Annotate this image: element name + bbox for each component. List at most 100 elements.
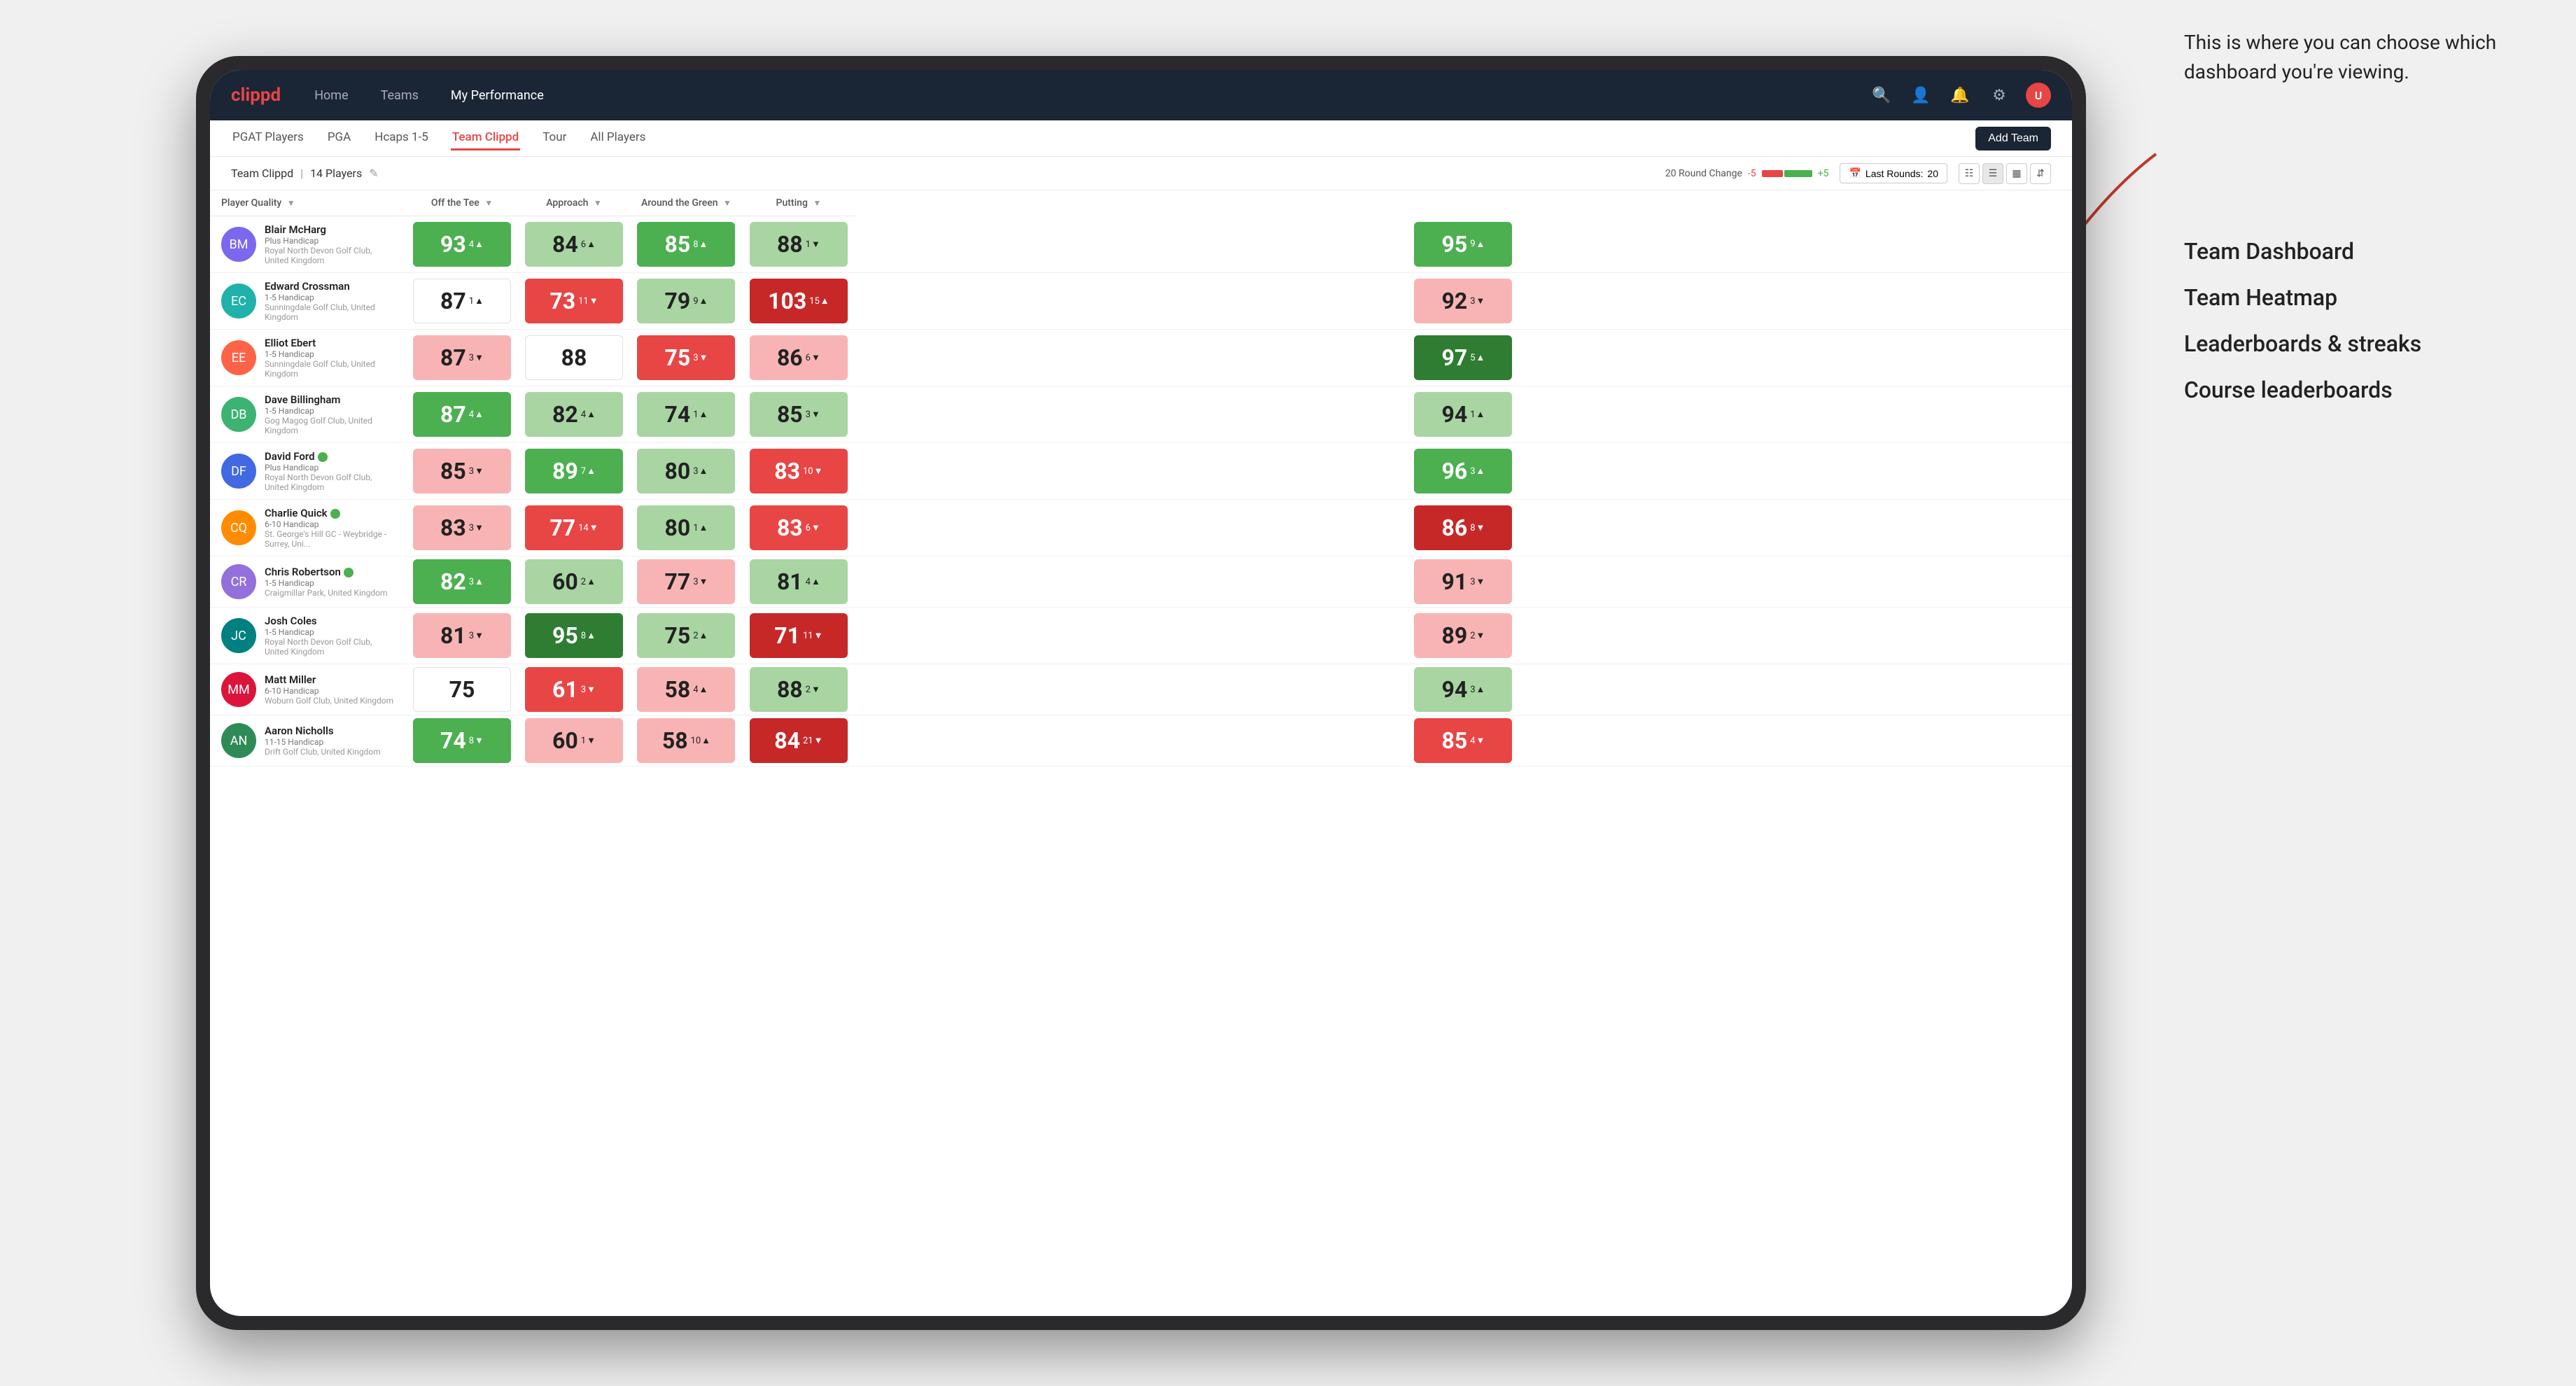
score-change: 4▲ [581, 409, 596, 420]
score-cell-player_quality-3: 87 4▲ [406, 386, 518, 443]
score-cell-player_quality-9: 74 8▼ [406, 715, 518, 766]
score-change: 4▲ [693, 684, 708, 695]
nav-home[interactable]: Home [309, 85, 354, 106]
table-row[interactable]: BM Blair McHarg Plus Handicap Royal Nort… [210, 216, 2072, 273]
player-details: David Ford Plus Handicap Royal North Dev… [265, 450, 395, 492]
player-cell-4: DF David Ford Plus Handicap Royal North … [210, 443, 406, 500]
down-arrow: ▼ [589, 295, 598, 307]
nav-performance[interactable]: My Performance [445, 85, 550, 106]
person-icon[interactable]: 👤 [1908, 83, 1933, 108]
player-name[interactable]: Dave Billingham [265, 393, 395, 406]
heatmap-view-button[interactable]: ▦ [2006, 163, 2027, 184]
score-value: 60 [552, 568, 578, 595]
bell-icon[interactable]: 🔔 [1947, 83, 1973, 108]
score-box: 89 2▼ [1414, 613, 1512, 658]
settings-icon[interactable]: ⚙ [1987, 83, 2012, 108]
player-name[interactable]: Elliot Ebert [265, 337, 395, 349]
down-arrow: ▼ [475, 735, 484, 746]
round-change-label: 20 Round Change [1665, 168, 1742, 179]
nav-teams[interactable]: Teams [375, 85, 424, 106]
player-name[interactable]: David Ford [265, 450, 395, 463]
table-row[interactable]: EC Edward Crossman 1-5 Handicap Sunningd… [210, 273, 2072, 330]
score-change: 4▲ [469, 239, 484, 250]
col-header-tee[interactable]: Off the Tee ▼ [406, 190, 518, 216]
score-value: 71 [774, 622, 800, 649]
player-club: Woburn Golf Club, United Kingdom [265, 696, 393, 706]
add-team-button[interactable]: Add Team [1975, 127, 2051, 150]
score-change: 2▼ [806, 684, 820, 695]
up-arrow: ▲ [587, 576, 596, 587]
subnav-pgat[interactable]: PGAT Players [231, 126, 305, 150]
score-value: 83 [774, 458, 800, 484]
player-name[interactable]: Aaron Nicholls [265, 724, 381, 737]
score-box: 103 15▲ [750, 279, 848, 323]
player-info-container: DF David Ford Plus Handicap Royal North … [210, 443, 406, 499]
table-row[interactable]: CR Chris Robertson 1-5 Handicap Craigmil… [210, 556, 2072, 608]
col-header-player[interactable]: Player Quality ▼ [210, 190, 406, 216]
down-arrow: ▼ [587, 684, 596, 695]
user-avatar[interactable]: U [2026, 83, 2051, 108]
subnav-hcaps[interactable]: Hcaps 1-5 [373, 126, 430, 150]
score-change: 10▲ [691, 735, 711, 746]
up-arrow: ▲ [1476, 239, 1485, 250]
score-box: 86 8▼ [1414, 505, 1512, 550]
score-change: 6▲ [581, 239, 596, 250]
search-icon[interactable]: 🔍 [1869, 83, 1894, 108]
around-green-label: Around the Green [641, 197, 718, 209]
player-name[interactable]: Blair McHarg [265, 223, 395, 236]
table-row[interactable]: EE Elliot Ebert 1-5 Handicap Sunningdale… [210, 330, 2072, 386]
last-rounds-button[interactable]: 📅 Last Rounds: 20 [1840, 163, 1947, 183]
verified-icon [330, 509, 340, 519]
score-value: 58 [664, 676, 690, 703]
score-value: 86 [1441, 514, 1467, 541]
edit-icon[interactable]: ✎ [369, 167, 378, 180]
score-cell-tee-3: 82 4▲ [518, 386, 630, 443]
player-handicap: 11-15 Handicap [265, 737, 381, 747]
score-cell-tee-1: 73 11▼ [518, 273, 630, 330]
player-cell-2: EE Elliot Ebert 1-5 Handicap Sunningdale… [210, 330, 406, 386]
list-view-button[interactable]: ☰ [1982, 163, 2003, 184]
score-change: 3▲ [469, 576, 484, 587]
score-change: 21▼ [803, 735, 823, 746]
table-row[interactable]: DB Dave Billingham 1-5 Handicap Gog Mago… [210, 386, 2072, 443]
score-box: 93 4▲ [413, 222, 511, 267]
score-cell-putting-3: 94 1▲ [855, 386, 2072, 443]
player-cell-3: DB Dave Billingham 1-5 Handicap Gog Mago… [210, 386, 406, 443]
player-name[interactable]: Edward Crossman [265, 280, 395, 293]
table-row[interactable]: MM Matt Miller 6-10 Handicap Woburn Golf… [210, 664, 2072, 715]
sort-button[interactable]: ⇵ [2030, 163, 2051, 184]
subnav-all-players[interactable]: All Players [589, 126, 647, 150]
score-box: 85 3▼ [413, 449, 511, 493]
score-value: 80 [664, 458, 690, 484]
col-header-around[interactable]: Around the Green ▼ [630, 190, 743, 216]
score-change: 3▼ [693, 576, 708, 587]
score-value: 58 [662, 727, 688, 754]
table-row[interactable]: AN Aaron Nicholls 11-15 Handicap Drift G… [210, 715, 2072, 766]
score-change: 11▼ [803, 630, 823, 641]
table-row[interactable]: CQ Charlie Quick 6-10 Handicap St. Georg… [210, 500, 2072, 556]
score-change: 8▼ [1470, 522, 1485, 533]
player-name[interactable]: Matt Miller [265, 673, 393, 686]
grid-view-button[interactable]: ☷ [1959, 163, 1980, 184]
table-row[interactable]: JC Josh Coles 1-5 Handicap Royal North D… [210, 608, 2072, 664]
score-cell-putting-1: 92 3▼ [855, 273, 2072, 330]
score-box: 85 4▼ [1414, 718, 1512, 763]
player-name[interactable]: Josh Coles [265, 615, 395, 627]
annotation-list: Team Dashboard Team Heatmap Leaderboards… [2184, 238, 2534, 423]
score-value: 75 [664, 622, 690, 649]
score-box: 97 5▲ [1414, 335, 1512, 380]
table-row[interactable]: DF David Ford Plus Handicap Royal North … [210, 443, 2072, 500]
subnav-tour[interactable]: Tour [541, 126, 568, 150]
col-header-putting[interactable]: Putting ▼ [743, 190, 855, 216]
col-header-approach[interactable]: Approach ▼ [518, 190, 630, 216]
score-value: 84 [552, 231, 578, 258]
score-change: 3▼ [469, 465, 484, 477]
player-name[interactable]: Chris Robertson [265, 566, 388, 578]
subnav-team-clippd[interactable]: Team Clippd [451, 126, 520, 150]
player-avatar: AN [221, 723, 256, 758]
score-cell-around-8: 88 2▼ [743, 664, 855, 715]
subnav-pga[interactable]: PGA [326, 126, 352, 150]
score-box: 83 3▼ [413, 505, 511, 550]
player-name[interactable]: Charlie Quick [265, 507, 395, 519]
down-arrow: ▼ [475, 630, 484, 641]
